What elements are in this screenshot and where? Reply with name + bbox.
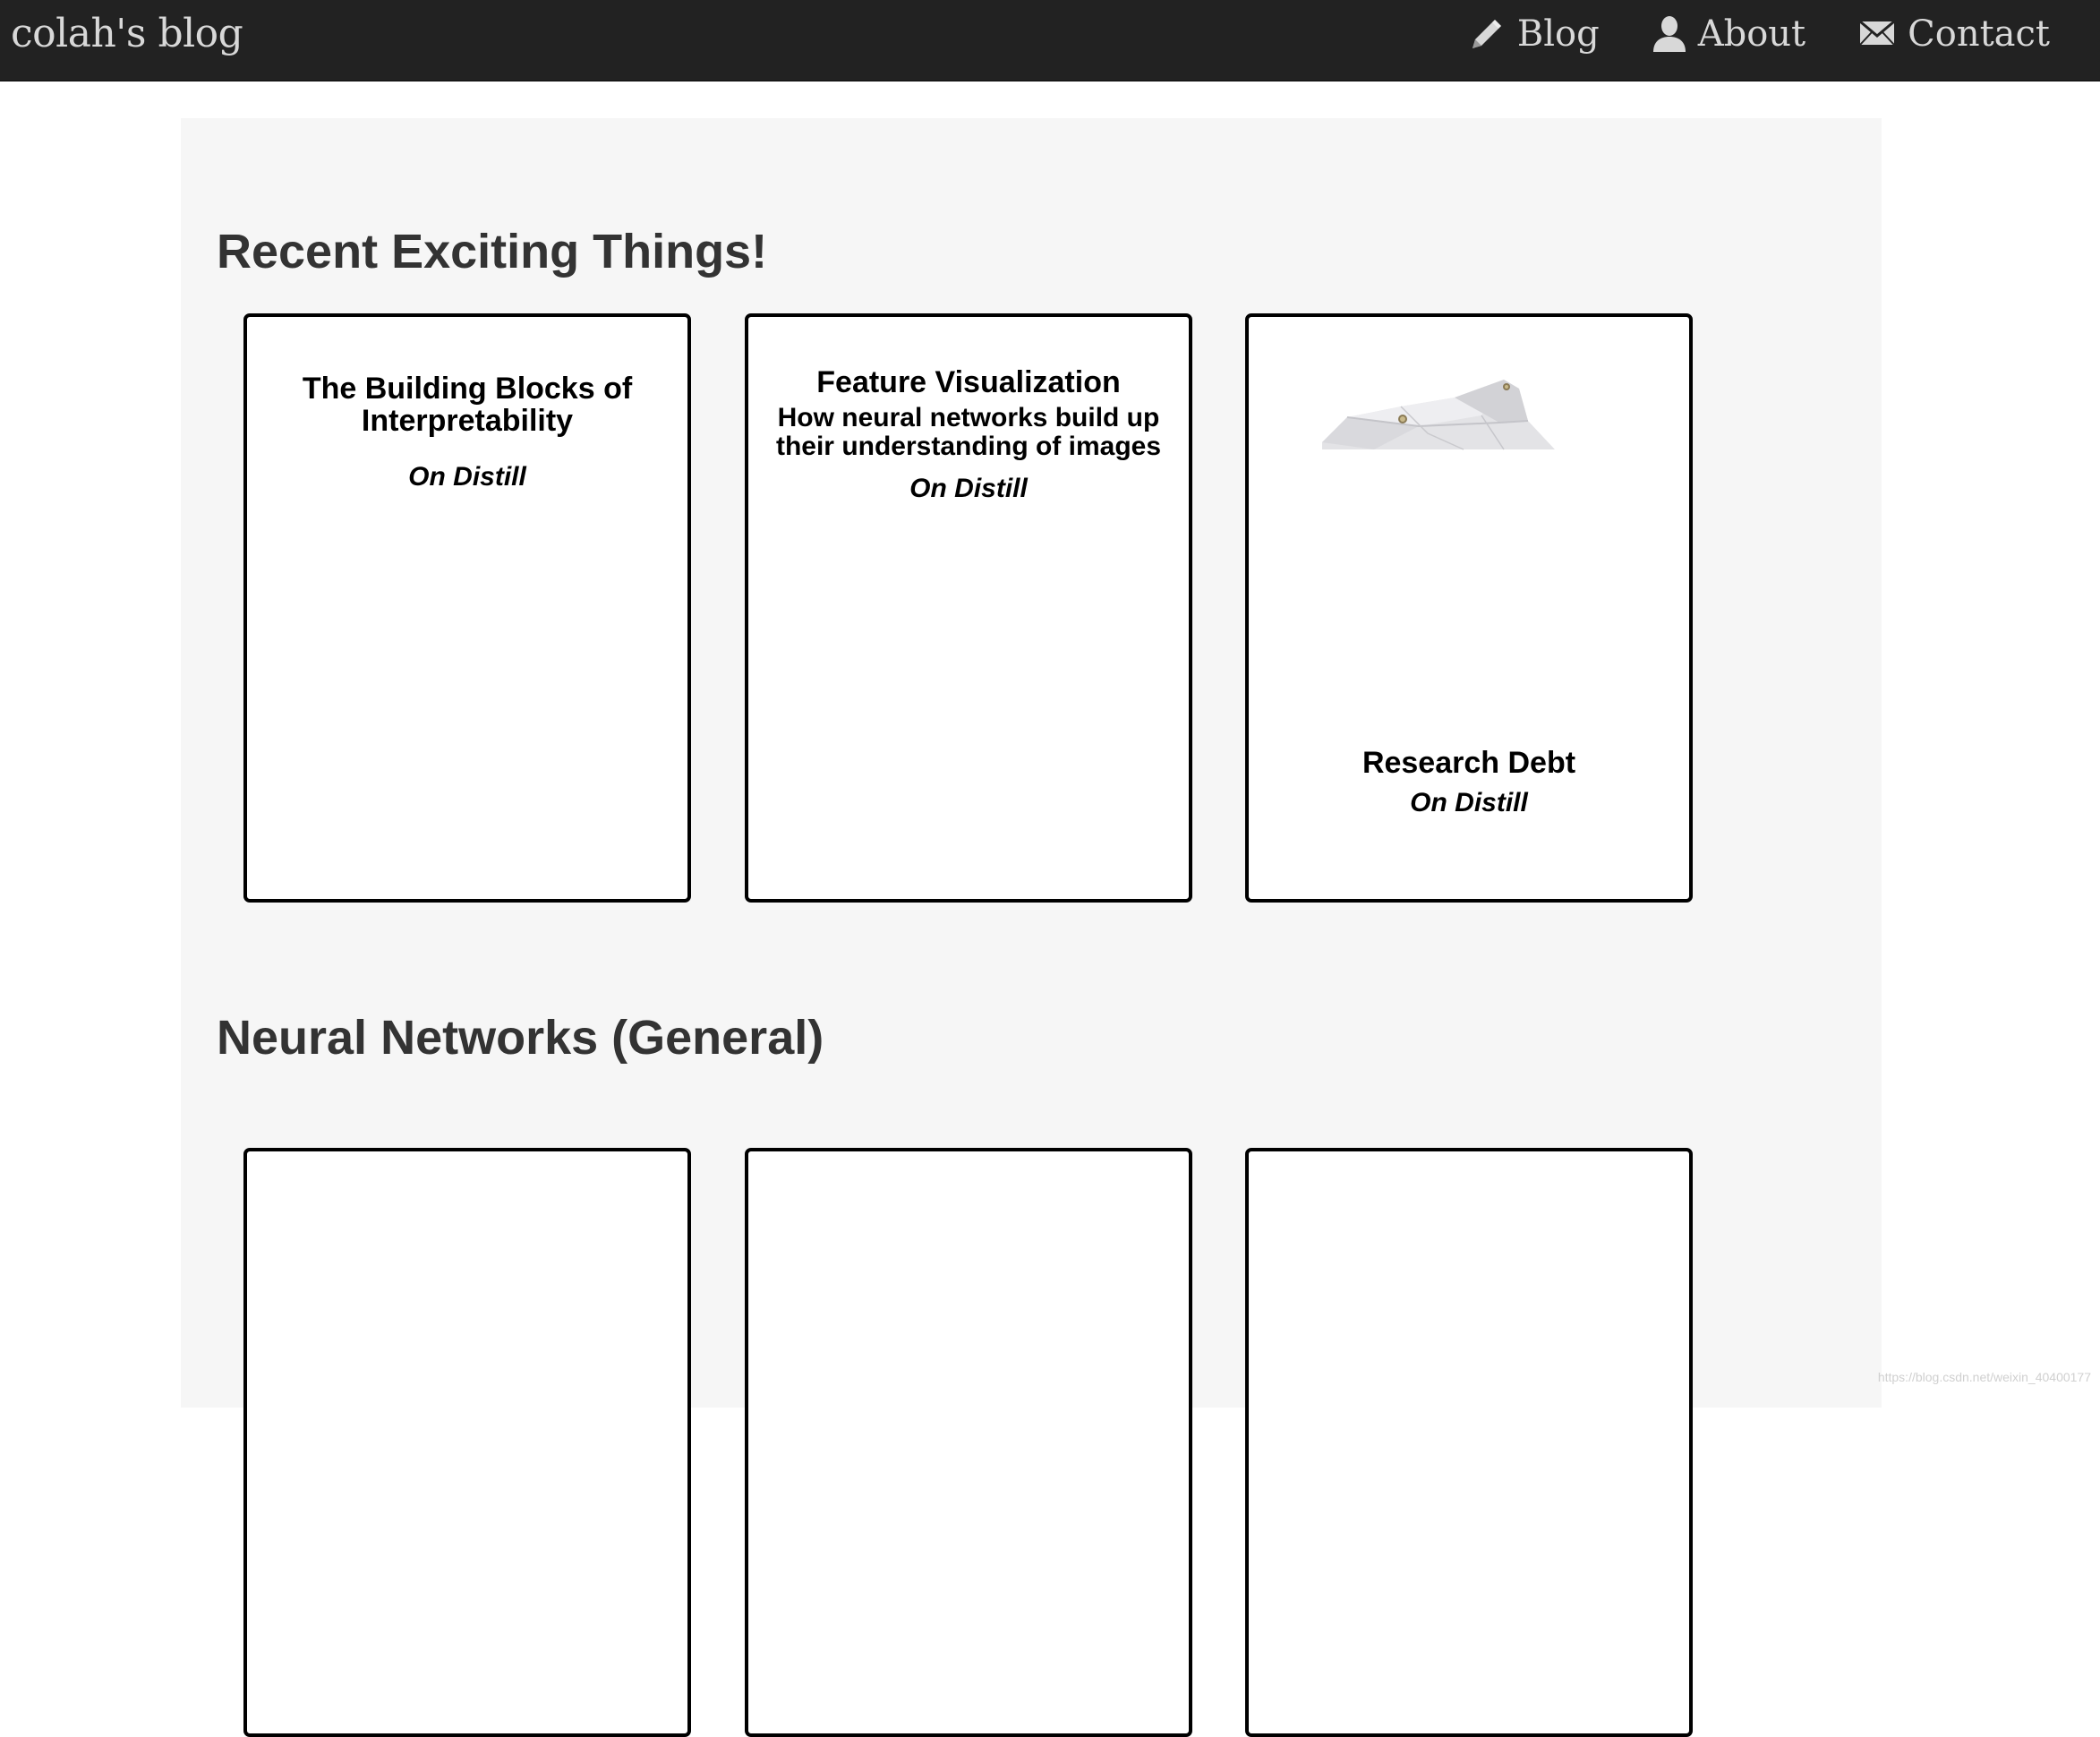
section-title-recent: Recent Exciting Things! [217,223,767,280]
nav-link-blog-label: Blog [1517,9,1600,59]
card-feature-visualization[interactable]: Feature Visualization How neural network… [745,313,1192,903]
section-title-neural-networks: Neural Networks (General) [217,1009,824,1066]
nav-link-contact-label: Contact [1908,9,2050,59]
card-subtitle: How neural networks build up their under… [766,404,1171,461]
navbar: colah's blog Blog About [0,0,2100,81]
watermark: https://blog.csdn.net/weixin_40400177 [1878,1370,2091,1384]
pencil-icon [1467,14,1507,54]
card-neural-3[interactable] [1245,1148,1693,1737]
nav-link-about-label: About [1698,9,1805,59]
card-text: Research Debt On Distill [1249,747,1689,818]
person-icon [1652,14,1687,54]
card-venue: On Distill [1249,788,1689,818]
card-venue: On Distill [283,462,652,492]
nav-link-contact[interactable]: Contact [1857,9,2050,59]
nav-links: Blog About Contact [1467,9,2050,59]
main-content: Recent Exciting Things! The Building Blo… [181,118,1882,1408]
card-neural-1[interactable] [243,1148,691,1737]
card-building-blocks[interactable]: The Building Blocks of Interpretability … [243,313,691,903]
card-text: Feature Visualization How neural network… [748,366,1189,504]
nav-link-about[interactable]: About [1652,9,1805,59]
card-text: The Building Blocks of Interpretability … [247,372,687,492]
card-title: The Building Blocks of Interpretability [283,372,652,437]
nav-link-blog[interactable]: Blog [1467,9,1600,59]
crumpled-paper-image [1320,380,1562,456]
card-title: Feature Visualization [766,366,1171,398]
card-research-debt[interactable]: Research Debt On Distill [1245,313,1693,903]
envelope-icon [1857,16,1897,52]
card-neural-2[interactable] [745,1148,1192,1737]
card-title: Research Debt [1249,747,1689,779]
brand-link[interactable]: colah's blog [11,9,243,59]
card-venue: On Distill [766,474,1171,504]
